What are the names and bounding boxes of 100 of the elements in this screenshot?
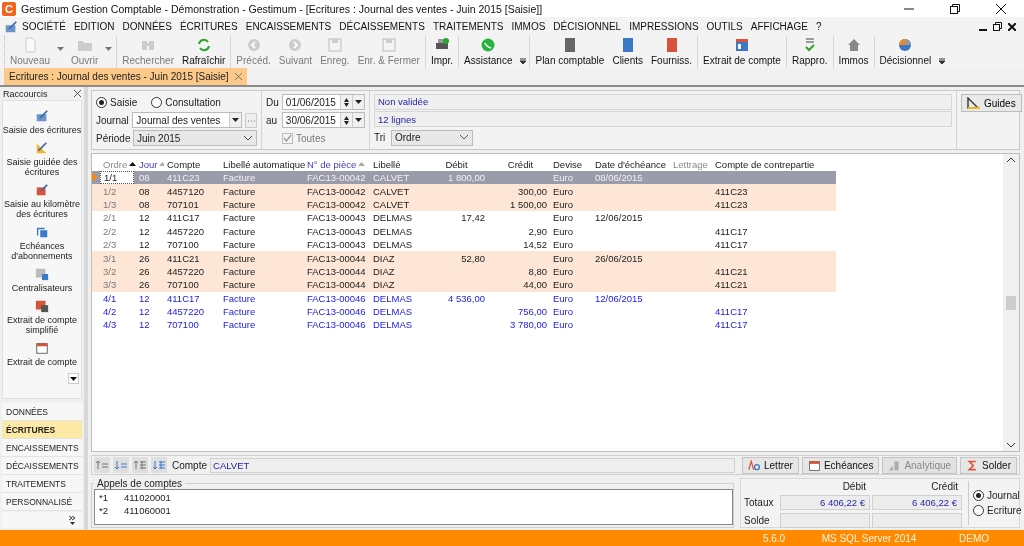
action-button[interactable]: Solder (960, 456, 1017, 474)
scrollbar-thumb[interactable] (1006, 296, 1016, 310)
toolbar-button[interactable]: Fourniss. (647, 36, 697, 68)
menu-item[interactable]: SOCIÉTÉ (18, 21, 70, 32)
restore-icon[interactable] (950, 3, 960, 14)
date-field[interactable]: 01/06/2015 (281, 94, 365, 110)
sidebar-section[interactable]: TRAITEMENTS (2, 475, 82, 493)
shortcut-link[interactable]: Extrait de compte (1, 357, 83, 367)
toolbar-button[interactable]: Rappro. (787, 36, 832, 68)
sort-select[interactable]: Ordre (391, 129, 473, 146)
sidebar-section[interactable]: DONNÉES (2, 403, 82, 421)
column-header[interactable]: Compte de contrepartie (712, 158, 836, 170)
column-header[interactable]: Jour (136, 158, 164, 170)
shortcut-link[interactable]: Saisie guidée des écritures (1, 157, 83, 177)
guides-button[interactable]: Guides (961, 94, 1022, 112)
table-cell: FAC13-00046 (307, 292, 366, 304)
overflow-icon[interactable] (520, 58, 527, 64)
sidebar-section[interactable]: ENCAISSEMENTS (2, 439, 82, 457)
caret-icon (105, 47, 113, 51)
column-header[interactable]: Crédit (488, 158, 550, 170)
table-row[interactable]: 1/2 08 4457120 Facture FAC13-00042 CALVET 300,00 Euro 411C23 (92, 184, 836, 198)
app-logo: C (2, 1, 16, 16)
overflow-icon[interactable] (939, 58, 946, 64)
period-select[interactable]: Juin 2015 (133, 130, 257, 146)
scroll-down-button[interactable] (68, 373, 79, 384)
toolbar-button[interactable]: Extrait de compte (699, 36, 785, 68)
action-button[interactable]: Echéances (801, 456, 880, 474)
toolbar-button[interactable]: Impr. (426, 36, 458, 68)
sidebar-section[interactable]: PERSONNALISÉ (2, 493, 82, 511)
menu-item[interactable]: EDITION (69, 21, 119, 32)
sidebar-section[interactable]: ÉCRITURES (2, 421, 82, 439)
menu-item[interactable]: DONNÉES (118, 21, 176, 32)
toolbar-button[interactable]: Rafraîchir (177, 36, 230, 68)
toolbar-button[interactable]: Immos (834, 36, 873, 68)
table-cell: 3/1 (103, 252, 117, 264)
close-icon[interactable] (996, 3, 1006, 14)
table-cell: Euro (553, 172, 574, 184)
window-title: Gestimum Gestion Comptable - Démonstration - Gestimum - [Ecritures : Journal des ventes - Juin 2015 [Saisie]] (21, 2, 544, 15)
journal-select[interactable]: Journal des ventes (132, 112, 243, 128)
menu-item[interactable]: ? (811, 21, 826, 32)
shortcut-link[interactable]: Extrait de compte simplifié (1, 315, 83, 335)
menu-item[interactable]: AFFICHAGE (746, 21, 812, 32)
scroll-down-icon[interactable] (1007, 443, 1015, 448)
table-row[interactable]: 3/1 26 411C21 Facture FAC13-00044 DIAZ 52,80 Euro 26/06/2015 (92, 251, 836, 265)
spinner-icon[interactable] (344, 115, 349, 125)
table-cell: 12/06/2015 (595, 292, 643, 304)
table-cell: 411C21 (167, 252, 200, 264)
menu-item[interactable]: ÉCRITURES (175, 21, 242, 32)
date-field[interactable]: 30/06/2015 (281, 112, 365, 128)
table-cell: 4457120 (167, 185, 204, 197)
column-header[interactable]: Libellé (370, 158, 422, 170)
menu-item[interactable]: TRAITEMENTS (428, 21, 508, 32)
account-field[interactable]: CALVET (210, 457, 735, 473)
scroll-up-icon[interactable] (1007, 157, 1015, 162)
shortcut-link[interactable]: Centralisateurs (1, 283, 83, 293)
column-header[interactable]: Date d'échéance (592, 158, 670, 170)
menu-item[interactable]: IMPRESSIONS (625, 21, 703, 32)
document-tab[interactable]: Ecritures : Journal des ventes - Juin 2015 [Saisie] (4, 68, 247, 85)
action-button[interactable]: Lettrer (742, 456, 799, 474)
view-radio[interactable]: Journal (973, 490, 1022, 501)
menu-item[interactable]: DÉCISIONNEL (549, 21, 626, 32)
shortcut-link[interactable]: Echéances d'abonnements (1, 241, 83, 261)
panel-title: Raccourcis (3, 88, 48, 99)
table-cell: Euro (553, 252, 574, 264)
field-label: Tri (374, 132, 387, 144)
column-header[interactable]: Lettrage (670, 158, 712, 170)
shortcut-link[interactable]: Saisie des écritures (1, 125, 83, 135)
menu-item[interactable]: OUTILS (702, 21, 747, 32)
calendar-icon (807, 458, 821, 472)
close-icon[interactable] (1008, 22, 1016, 31)
table-cell: Euro (553, 198, 574, 210)
view-radio[interactable]: Ecriture (973, 505, 1022, 516)
sidebar-section[interactable]: DÉCAISSEMENTS (2, 457, 82, 475)
table-cell[interactable]: 1/1 (100, 171, 134, 185)
menu-item[interactable]: IMMOS (507, 21, 550, 32)
caret-icon (70, 376, 77, 381)
column-header[interactable]: Libellé automatique (220, 158, 304, 170)
account-number: 411020001 (124, 492, 171, 503)
menu-item[interactable]: ENCAISSEMENTS (241, 21, 336, 32)
toolbar-button[interactable]: Décisionnel (875, 36, 936, 68)
column-header[interactable]: N° de pièce (304, 158, 370, 170)
table-cell: 12 (139, 319, 150, 331)
toolbar-button[interactable]: Plan comptable (531, 36, 609, 68)
close-icon[interactable] (74, 90, 81, 97)
column-header[interactable]: Débit (422, 158, 488, 170)
menu-item[interactable]: DÉCAISSEMENTS (335, 21, 429, 32)
toolbar-button[interactable]: Clients (608, 36, 647, 68)
column-header[interactable]: Devise (550, 158, 592, 170)
spinner-icon[interactable] (344, 97, 349, 107)
restore-icon[interactable] (993, 22, 1002, 31)
table-row[interactable]: 1/1 08 411C23 Facture FAC13-00042 CALVET 1 800,00 Euro 08/06/2015 (92, 171, 836, 185)
toolbar-button[interactable]: Assistance (460, 36, 517, 68)
column-header[interactable]: Compte (164, 158, 220, 170)
column-header[interactable]: Ordre (100, 158, 136, 170)
table-row[interactable]: 3/3 26 707100 Facture FAC13-00044 DIAZ 44,00 Euro 411C21 (92, 278, 836, 292)
shortcut-link[interactable]: Saisie au kilomètre des écritures (1, 199, 83, 219)
table-cell: 411C17 (715, 225, 748, 237)
mode-radio[interactable]: Saisie (96, 96, 138, 108)
mode-radio[interactable]: Consultation (151, 96, 221, 108)
shortcut-key: *2 (99, 505, 108, 516)
